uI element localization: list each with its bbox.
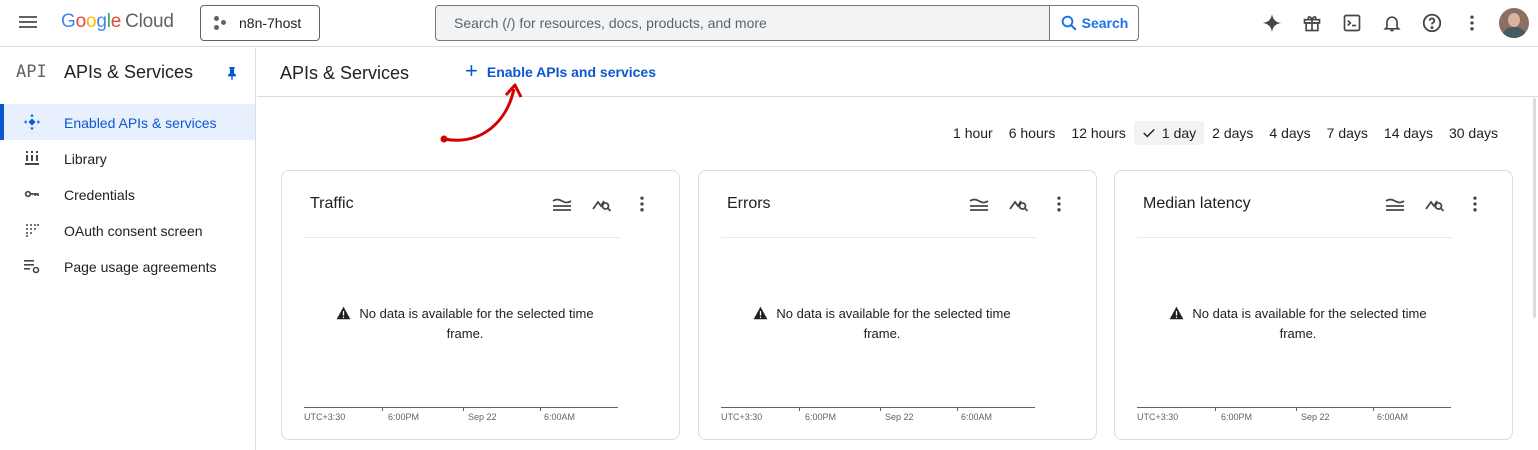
search-input[interactable]: Search (/) for resources, docs, products… bbox=[436, 6, 1049, 40]
sidebar: API APIs & Services Enabled APIs & servi… bbox=[0, 48, 256, 450]
card-title: Median latency bbox=[1143, 195, 1251, 212]
x-tick-label: 6:00PM bbox=[388, 412, 420, 422]
legend-toggle-icon[interactable] bbox=[959, 191, 999, 217]
range-1-hour[interactable]: 1 hour bbox=[945, 121, 1001, 145]
explore-chart-icon[interactable] bbox=[1415, 191, 1455, 217]
library-icon bbox=[24, 150, 40, 166]
more-vert-icon[interactable] bbox=[1455, 191, 1495, 217]
range-2-days[interactable]: 2 days bbox=[1204, 121, 1261, 145]
median-latency-card: Median latency No data is available for … bbox=[1114, 170, 1513, 440]
traffic-card: Traffic No data is available for the sel… bbox=[281, 170, 680, 440]
x-tick-label: 6:00PM bbox=[1221, 412, 1253, 422]
range-30-days[interactable]: 30 days bbox=[1441, 121, 1506, 145]
top-bar: Google Cloud n8n-7host Search (/) for res… bbox=[0, 0, 1538, 47]
explore-chart-icon[interactable] bbox=[582, 191, 622, 217]
warning-icon bbox=[754, 306, 768, 320]
key-icon bbox=[24, 186, 40, 202]
sidebar-item-oauth-consent[interactable]: OAuth consent screen bbox=[0, 212, 255, 248]
x-tick-label: UTC+3:30 bbox=[1137, 412, 1179, 422]
x-tick-label: 6:00AM bbox=[544, 412, 576, 422]
warning-icon bbox=[337, 306, 351, 320]
search-bar[interactable]: Search (/) for resources, docs, products… bbox=[435, 5, 1139, 41]
more-vert-icon[interactable] bbox=[622, 191, 662, 217]
x-tick-label: 6:00AM bbox=[961, 412, 993, 422]
x-tick-label: UTC+3:30 bbox=[721, 412, 763, 422]
legend-toggle-icon[interactable] bbox=[542, 191, 582, 217]
project-icon bbox=[213, 15, 231, 31]
sidebar-nav: Enabled APIs & services Library Credenti… bbox=[0, 104, 255, 284]
no-data-message: No data is available for the selected ti… bbox=[330, 304, 600, 344]
more-vert-icon[interactable] bbox=[1452, 9, 1492, 37]
x-axis bbox=[721, 407, 1035, 408]
google-cloud-logo[interactable]: Google Cloud bbox=[61, 11, 174, 33]
no-data-message: No data is available for the selected ti… bbox=[1163, 304, 1433, 344]
main-content: APIs & Services + Enable APIs and servic… bbox=[257, 48, 1538, 450]
search-icon bbox=[1061, 15, 1077, 31]
legend-toggle-icon[interactable] bbox=[1375, 191, 1415, 217]
x-tick-label: UTC+3:30 bbox=[304, 412, 346, 422]
project-name: n8n-7host bbox=[239, 15, 302, 31]
avatar[interactable] bbox=[1499, 8, 1529, 38]
more-vert-icon[interactable] bbox=[1039, 191, 1079, 217]
sidebar-item-label: Library bbox=[64, 151, 107, 167]
range-14-days[interactable]: 14 days bbox=[1376, 121, 1441, 145]
x-tick-label: 6:00PM bbox=[805, 412, 837, 422]
divider bbox=[1137, 237, 1453, 238]
sidebar-item-page-usage[interactable]: Page usage agreements bbox=[0, 248, 255, 284]
sidebar-item-label: Enabled APIs & services bbox=[64, 115, 217, 131]
sidebar-item-credentials[interactable]: Credentials bbox=[0, 176, 255, 212]
gift-icon[interactable] bbox=[1292, 9, 1332, 37]
sidebar-item-label: Page usage agreements bbox=[64, 259, 217, 275]
oauth-icon bbox=[24, 222, 40, 238]
page-title: APIs & Services bbox=[280, 63, 410, 83]
range-7-days[interactable]: 7 days bbox=[1319, 121, 1376, 145]
scrollbar[interactable] bbox=[1533, 98, 1536, 318]
x-tick-label: Sep 22 bbox=[468, 412, 497, 422]
x-tick-label: Sep 22 bbox=[1301, 412, 1330, 422]
range-4-days[interactable]: 4 days bbox=[1261, 121, 1318, 145]
bell-icon[interactable] bbox=[1372, 9, 1412, 37]
x-axis bbox=[1137, 407, 1451, 408]
range-12-hours[interactable]: 12 hours bbox=[1063, 121, 1133, 145]
terminal-icon[interactable] bbox=[1332, 9, 1372, 37]
annotation-arrow-icon bbox=[440, 83, 523, 143]
sidebar-item-enabled-apis[interactable]: Enabled APIs & services bbox=[0, 104, 255, 140]
card-title: Traffic bbox=[310, 195, 354, 212]
warning-icon bbox=[1170, 306, 1184, 320]
apis-icon bbox=[24, 114, 40, 130]
sidebar-item-label: OAuth consent screen bbox=[64, 223, 203, 239]
settings-list-icon bbox=[24, 258, 40, 274]
x-axis bbox=[304, 407, 618, 408]
divider bbox=[304, 237, 620, 238]
pin-icon[interactable] bbox=[224, 64, 240, 82]
sidebar-item-label: Credentials bbox=[64, 187, 135, 203]
help-icon[interactable] bbox=[1412, 9, 1452, 37]
x-tick-label: 6:00AM bbox=[1377, 412, 1409, 422]
gemini-icon[interactable] bbox=[1252, 9, 1292, 37]
no-data-message: No data is available for the selected ti… bbox=[747, 304, 1017, 344]
api-logo: API bbox=[16, 62, 47, 82]
sidebar-title: APIs & Services bbox=[64, 62, 194, 82]
check-icon bbox=[1143, 128, 1155, 138]
project-picker[interactable]: n8n-7host bbox=[200, 5, 320, 41]
sidebar-header: API APIs & Services bbox=[0, 48, 255, 97]
sidebar-item-library[interactable]: Library bbox=[0, 140, 255, 176]
menu-icon[interactable] bbox=[18, 13, 38, 33]
time-range-selector: 1 hour 6 hours 12 hours 1 day 2 days 4 d… bbox=[945, 121, 1506, 145]
errors-card: Errors No data is available for the sele… bbox=[698, 170, 1097, 440]
range-1-day[interactable]: 1 day bbox=[1133, 121, 1205, 145]
explore-chart-icon[interactable] bbox=[999, 191, 1039, 217]
x-tick-label: Sep 22 bbox=[885, 412, 914, 422]
range-6-hours[interactable]: 6 hours bbox=[1001, 121, 1064, 145]
divider bbox=[721, 237, 1037, 238]
search-button[interactable]: Search bbox=[1049, 6, 1138, 40]
card-title: Errors bbox=[727, 195, 771, 212]
